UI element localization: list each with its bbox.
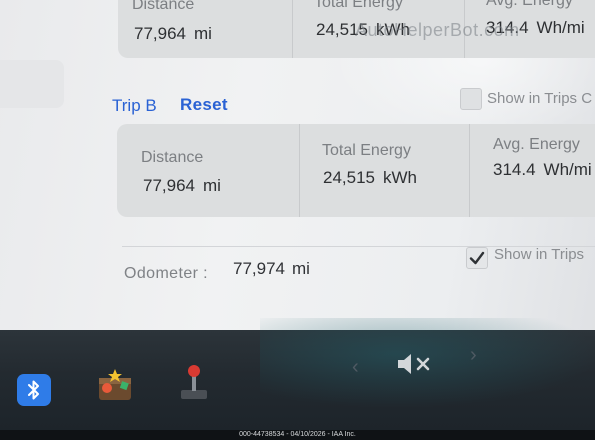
trip-b-avg-value: 314.4 Wh/mi [493,160,592,179]
left-panel-edge [0,60,64,108]
trip-b-distance-label: Distance [141,149,204,166]
odometer-value: 77,974 mi [233,259,310,278]
trip-a-energy-label: Total Energy [314,0,403,11]
footer-caption: 000-44738534 - 04/10/2026 - IAA Inc. [239,431,356,438]
trip-b-energy-value: 24,515 kWh [323,168,417,187]
divider [299,124,300,217]
toybox-icon[interactable] [96,366,134,402]
bluetooth-icon[interactable] [17,374,51,406]
trip-b-show-in-trips-checkbox[interactable] [460,88,482,110]
reset-button[interactable]: Reset [180,95,228,115]
watermark: AutoHelperBot.com [355,20,520,40]
checkmark-icon [469,251,485,265]
trip-b-energy-label: Total Energy [322,142,411,159]
divider [292,0,293,58]
joystick-icon[interactable] [177,362,211,400]
odometer-show-in-trips-label: Show in Trips [494,246,585,263]
trip-b-card: Distance 77,964 mi Total Energy 24,515 kWh… [117,124,595,217]
chevron-right-icon[interactable]: › [470,344,477,367]
trip-a-distance-label: Distance [132,0,195,13]
trip-b-distance-value: 77,964 mi [143,176,221,195]
trip-b-avg-label: Avg. Energy [493,136,580,153]
trip-b-show-in-trips-label: Show in Trips C [487,90,593,107]
mute-icon[interactable] [396,352,434,376]
divider [469,124,470,217]
trip-b-title: Trip B [112,96,157,115]
odometer-label: Odometer : [124,265,209,282]
touchscreen: Distance 77,964 mi Total Energy 24,515 kWh… [0,0,595,360]
chevron-left-icon[interactable]: ‹ [352,356,359,379]
trip-a-avg-label: Avg. Energy [486,0,573,9]
odometer-show-in-trips-checkbox[interactable] [466,247,488,269]
trip-a-distance-value: 77,964 mi [134,24,212,43]
